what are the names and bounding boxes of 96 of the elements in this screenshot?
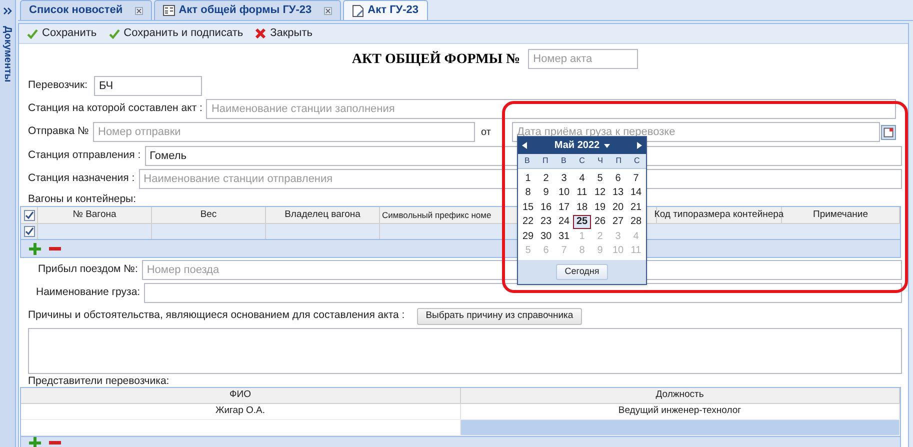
next-month-button[interactable] bbox=[634, 142, 642, 149]
weekday-label: С bbox=[578, 155, 586, 167]
date-field[interactable]: Дата приёма груза к перевозке bbox=[512, 122, 880, 142]
column-header[interactable]: Вес bbox=[200, 208, 217, 222]
field-label: Перевозчик: bbox=[28, 78, 89, 93]
today-button[interactable]: Сегодня bbox=[556, 264, 608, 280]
weekday-label: С bbox=[632, 155, 641, 167]
calendar-day[interactable]: 24 bbox=[555, 214, 573, 229]
save-button[interactable]: Сохранить и подписать bbox=[108, 25, 244, 42]
form-title: АКТ ОБЩЕЙ ФОРМЫ № bbox=[352, 50, 520, 68]
section-title: Представители перевозчика: bbox=[28, 375, 170, 387]
form-icon bbox=[162, 5, 175, 16]
carrier-field[interactable]: БЧ bbox=[94, 76, 202, 96]
calendar-day[interactable]: 6 bbox=[609, 171, 627, 186]
previous-month-button[interactable] bbox=[522, 142, 530, 149]
calendar-day[interactable]: 25 bbox=[573, 214, 591, 229]
calendar-day[interactable]: 9 bbox=[537, 186, 555, 200]
tab[interactable]: Акт ГУ-23 bbox=[342, 0, 428, 20]
calendar-day[interactable]: 1 bbox=[519, 171, 537, 186]
table-cell[interactable]: Ведущий инженер-технолог bbox=[460, 404, 900, 419]
weekday-label: П bbox=[614, 155, 622, 167]
calendar-day[interactable]: 23 bbox=[537, 214, 555, 229]
cargo-name-field[interactable] bbox=[144, 282, 902, 302]
calendar-day[interactable]: 13 bbox=[609, 186, 627, 200]
column-header[interactable]: Код типоразмера контейнера bbox=[654, 208, 784, 222]
calendar-day[interactable]: 21 bbox=[627, 200, 645, 214]
calendar-day[interactable]: 11 bbox=[573, 186, 591, 200]
calendar-icon bbox=[881, 124, 896, 140]
calendar-day[interactable]: 2 bbox=[537, 171, 555, 186]
double-chevron-icon bbox=[2, 7, 12, 15]
calendar-day[interactable]: 15 bbox=[519, 200, 537, 214]
calendar-button[interactable] bbox=[881, 124, 896, 140]
weekday-label: Ч bbox=[596, 155, 604, 167]
column-header[interactable]: Владелец вагона bbox=[284, 208, 360, 222]
close-icon bbox=[134, 6, 143, 14]
act-number-field[interactable]: Номер акта bbox=[528, 49, 638, 69]
column-header[interactable]: Примечание bbox=[813, 208, 868, 222]
calendar-day[interactable]: 30 bbox=[537, 229, 555, 244]
tab[interactable]: Список новостей bbox=[20, 0, 152, 20]
calendar-day[interactable]: 29 bbox=[519, 229, 537, 244]
calendar-day[interactable]: 31 bbox=[555, 229, 573, 244]
calendar-day[interactable]: 26 bbox=[591, 214, 609, 229]
field-label: Станция на которой составлен акт : bbox=[28, 100, 202, 116]
field-label: Отправка № bbox=[28, 124, 90, 140]
close-icon bbox=[324, 6, 332, 14]
table-cell[interactable] bbox=[460, 420, 900, 435]
weekday-label: В bbox=[560, 155, 568, 167]
left-triangle-icon bbox=[522, 142, 527, 149]
calendar-day[interactable]: 12 bbox=[591, 186, 609, 200]
right-triangle-icon bbox=[637, 142, 642, 149]
field-label: от bbox=[481, 126, 491, 140]
calendar-day[interactable]: 16 bbox=[537, 200, 555, 214]
checkmark-icon bbox=[108, 28, 120, 38]
tab[interactable]: Акт общей формы ГУ-23 bbox=[154, 0, 341, 20]
weekday-label: В bbox=[523, 155, 531, 167]
field-label: Причины и обстоятельства, являющиеся основанием для составления акта : bbox=[28, 308, 405, 324]
column-header[interactable]: Символьный префикс номе bbox=[382, 208, 492, 222]
calendar-day[interactable]: 8 bbox=[519, 186, 537, 200]
calendar-day[interactable]: 7 bbox=[627, 171, 645, 186]
calendar-day[interactable]: 20 bbox=[609, 200, 627, 214]
weekday-label: П bbox=[542, 155, 550, 167]
choose-reason-button[interactable]: Выбрать причину из справочника bbox=[416, 308, 582, 324]
document-icon bbox=[352, 4, 364, 16]
add-button[interactable] bbox=[29, 437, 41, 447]
field-label: Наименование груза: bbox=[36, 284, 140, 300]
table-cell[interactable] bbox=[266, 224, 380, 239]
calendar-day[interactable]: 10 bbox=[555, 186, 573, 200]
sidebar-title[interactable]: Документы bbox=[0, 26, 15, 82]
calendar-day[interactable]: 4 bbox=[573, 171, 591, 186]
calendar-day[interactable]: 17 bbox=[555, 200, 573, 214]
field-label: Прибыл поездом №: bbox=[38, 262, 138, 277]
calendar-day[interactable]: 5 bbox=[591, 171, 609, 186]
checkmark-icon bbox=[27, 28, 38, 38]
add-button[interactable] bbox=[29, 242, 41, 254]
calendar-day[interactable]: 18 bbox=[573, 200, 591, 214]
calendar-day[interactable]: 28 bbox=[627, 214, 645, 229]
field-label: Станция отправления : bbox=[28, 148, 141, 163]
table-cell[interactable] bbox=[38, 224, 152, 239]
close-icon bbox=[255, 28, 266, 39]
column-header[interactable]: № Вагона bbox=[72, 208, 116, 222]
calendar-day[interactable]: 22 bbox=[519, 214, 537, 229]
section-title: Вагоны и контейнеры: bbox=[28, 192, 136, 206]
field-label: Станция назначения : bbox=[28, 170, 135, 186]
station-field[interactable]: Наименование станции заполнения bbox=[206, 98, 896, 118]
shipment-number-field[interactable]: Номер отправки bbox=[93, 122, 475, 142]
column-header[interactable]: ФИО bbox=[21, 388, 460, 403]
save-button[interactable]: Сохранить bbox=[27, 25, 97, 42]
calendar-day[interactable]: 14 bbox=[627, 186, 645, 200]
calendar-day[interactable]: 27 bbox=[609, 214, 627, 229]
column-header[interactable]: Должность bbox=[460, 388, 900, 403]
checkbox[interactable] bbox=[24, 210, 34, 220]
calendar-day[interactable]: 19 bbox=[591, 200, 609, 214]
checkbox[interactable] bbox=[24, 226, 34, 237]
table-cell[interactable] bbox=[152, 224, 266, 239]
calendar-day[interactable]: 3 bbox=[555, 171, 573, 186]
close-button[interactable]: Закрыть bbox=[255, 25, 312, 42]
